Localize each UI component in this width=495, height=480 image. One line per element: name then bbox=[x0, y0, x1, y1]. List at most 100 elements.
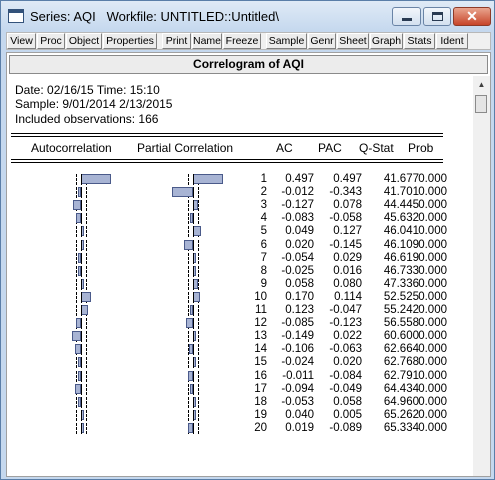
correlation-bar bbox=[72, 331, 81, 342]
view-header: Correlogram of AQI bbox=[9, 55, 488, 74]
prob-cell: 0.000 bbox=[418, 356, 447, 369]
pac-cell: 0.058 bbox=[333, 395, 362, 408]
name-button[interactable]: Name bbox=[192, 33, 222, 49]
stats-button[interactable]: Stats bbox=[404, 33, 435, 49]
zero-axis bbox=[81, 409, 82, 421]
autocorrelation-graph bbox=[19, 278, 109, 291]
properties-button[interactable]: Properties bbox=[103, 33, 157, 49]
prob-cell: 0.000 bbox=[418, 173, 447, 185]
lag-cell: 14 bbox=[254, 343, 267, 356]
lag-cell: 10 bbox=[254, 290, 267, 303]
zero-axis bbox=[81, 278, 82, 290]
view-button[interactable]: View bbox=[7, 33, 36, 49]
window-title: Series: AQI Workfile: UNTITLED::Untitled… bbox=[30, 9, 279, 24]
object-button[interactable]: Object bbox=[66, 33, 102, 49]
autocorrelation-graph bbox=[19, 225, 109, 238]
lag-cell: 6 bbox=[260, 238, 267, 251]
zero-axis bbox=[81, 187, 82, 199]
graph-button[interactable]: Graph bbox=[370, 33, 403, 49]
ac-cell: 0.497 bbox=[285, 173, 314, 185]
zero-axis bbox=[193, 252, 194, 264]
autocorrelation-graph bbox=[19, 356, 109, 369]
lag-cell: 4 bbox=[260, 212, 267, 225]
maximize-button[interactable] bbox=[423, 7, 451, 26]
autocorrelation-graph bbox=[19, 396, 109, 409]
autocorrelation-graph bbox=[19, 343, 109, 356]
correlation-bar bbox=[81, 305, 89, 315]
partial-correlation-graph bbox=[131, 225, 221, 238]
sheet-button[interactable]: Sheet bbox=[337, 33, 369, 49]
minimize-button[interactable] bbox=[392, 7, 421, 26]
freeze-button[interactable]: Freeze bbox=[223, 33, 261, 49]
confidence-band-right bbox=[86, 357, 87, 369]
pac-cell: 0.497 bbox=[333, 173, 362, 185]
lag-cell: 8 bbox=[260, 264, 267, 277]
pac-cell: 0.127 bbox=[333, 225, 362, 238]
ac-cell: -0.053 bbox=[281, 395, 314, 408]
zero-axis bbox=[193, 318, 194, 330]
ac-cell: -0.085 bbox=[281, 317, 314, 330]
confidence-band-right bbox=[86, 252, 87, 264]
scroll-thumb[interactable] bbox=[475, 95, 487, 113]
zero-axis bbox=[81, 331, 82, 343]
prob-cell: 0.000 bbox=[418, 277, 447, 290]
confidence-band-left bbox=[188, 200, 189, 212]
pac-header: PAC bbox=[318, 141, 342, 155]
prob-cell: 0.000 bbox=[418, 421, 447, 434]
ident-button[interactable]: Ident bbox=[436, 33, 468, 49]
zero-axis bbox=[193, 213, 194, 225]
pac-cell: 0.029 bbox=[333, 251, 362, 264]
lag-cell: 2 bbox=[260, 186, 267, 199]
confidence-band-right bbox=[198, 278, 199, 290]
confidence-band-left bbox=[76, 187, 77, 199]
lag-cell: 15 bbox=[254, 356, 267, 369]
confidence-band-left bbox=[76, 226, 77, 238]
partial-correlation-graph bbox=[131, 383, 221, 396]
pac-cell: -0.084 bbox=[329, 369, 362, 382]
print-button[interactable]: Print bbox=[162, 33, 191, 49]
sample-button[interactable]: Sample bbox=[266, 33, 307, 49]
confidence-band-right bbox=[86, 370, 87, 382]
table-row: 18 -0.053 0.058 64.960 0.000 bbox=[11, 396, 451, 409]
lag-cell: 16 bbox=[254, 369, 267, 382]
zero-axis bbox=[193, 383, 194, 395]
correlation-bar bbox=[193, 174, 223, 184]
autocorrelation-graph bbox=[19, 199, 109, 212]
zero-axis bbox=[193, 200, 194, 212]
proc-button[interactable]: Proc bbox=[37, 33, 65, 49]
table-row: 8 -0.025 0.016 46.733 0.000 bbox=[11, 265, 451, 278]
confidence-band-right bbox=[86, 383, 87, 395]
zero-axis bbox=[81, 396, 82, 408]
confidence-band-right bbox=[198, 305, 199, 316]
confidence-band-left bbox=[188, 396, 189, 408]
lag-cell: 9 bbox=[260, 277, 267, 290]
zero-axis bbox=[193, 409, 194, 421]
partial-correlation-graph bbox=[131, 252, 221, 265]
confidence-band-left bbox=[188, 291, 189, 303]
correlation-bar bbox=[193, 226, 201, 237]
correlation-bar bbox=[185, 318, 193, 329]
autocorrelation-header: Autocorrelation bbox=[31, 141, 112, 155]
confidence-band-left bbox=[188, 226, 189, 238]
genr-button[interactable]: Genr bbox=[308, 33, 336, 49]
prob-cell: 0.000 bbox=[418, 264, 447, 277]
scroll-up-arrow-icon[interactable]: ▲ bbox=[473, 76, 490, 93]
partial-correlation-graph bbox=[131, 278, 221, 291]
zero-axis bbox=[193, 239, 194, 251]
title-bar[interactable]: Series: AQI Workfile: UNTITLED::Untitled… bbox=[1, 1, 494, 31]
pac-cell: 0.114 bbox=[334, 290, 362, 303]
confidence-band-right bbox=[86, 239, 87, 251]
table-row: 6 0.020 -0.145 46.109 0.000 bbox=[11, 239, 451, 252]
confidence-band-left bbox=[188, 409, 189, 421]
partial-correlation-graph bbox=[131, 291, 221, 304]
pac-cell: -0.343 bbox=[329, 186, 362, 199]
close-button[interactable]: ✕ bbox=[453, 7, 491, 26]
ac-cell: 0.123 bbox=[285, 304, 314, 316]
ac-cell: 0.019 bbox=[285, 421, 314, 434]
series-window: Series: AQI Workfile: UNTITLED::Untitled… bbox=[0, 0, 495, 480]
partial-correlation-graph bbox=[131, 330, 221, 343]
vertical-scrollbar[interactable]: ▲ bbox=[473, 76, 490, 476]
partial-correlation-header: Partial Correlation bbox=[137, 141, 234, 155]
ac-cell: 0.170 bbox=[285, 290, 314, 303]
confidence-band-left bbox=[188, 383, 189, 395]
